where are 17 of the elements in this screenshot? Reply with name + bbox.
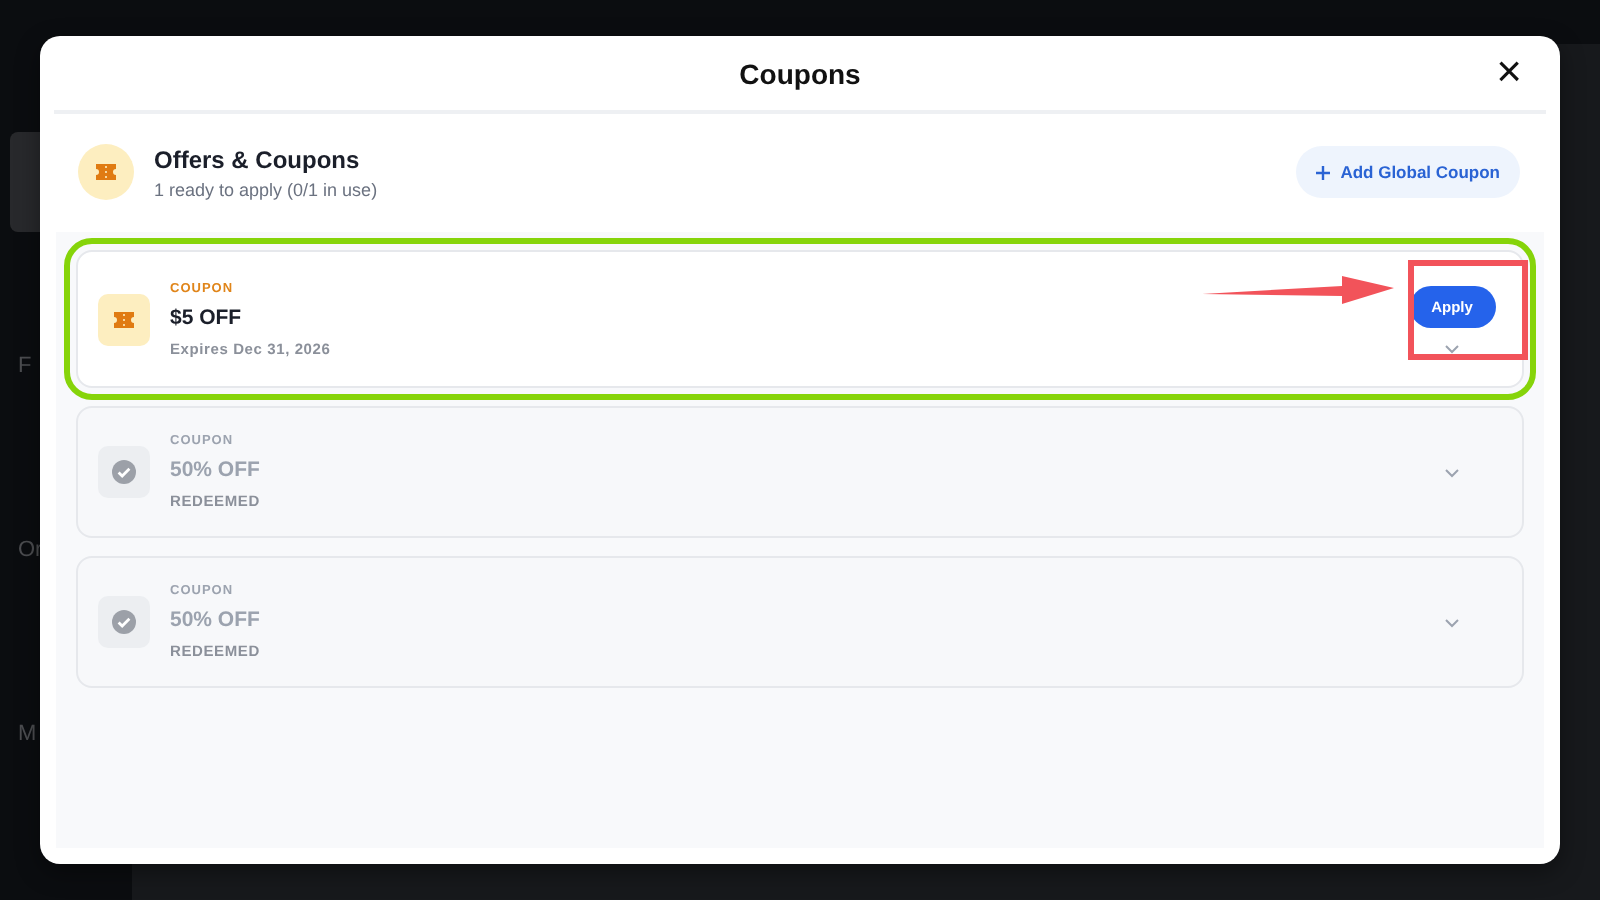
close-button[interactable]: × [1488, 52, 1530, 92]
annotation-frame [1408, 260, 1528, 360]
coupon-title: 50% OFF [170, 458, 262, 482]
dialog-title: Coupons [739, 57, 861, 89]
chevron-down-icon[interactable] [1444, 343, 1460, 353]
chevron-down-icon[interactable] [1444, 467, 1460, 477]
check-circle-icon [112, 460, 136, 484]
plus-icon [1316, 165, 1331, 179]
ticket-icon [112, 309, 136, 329]
chevron-down-icon[interactable] [1444, 617, 1460, 627]
check-circle-icon [112, 610, 136, 634]
coupon-title: 50% OFF [170, 608, 262, 632]
summary-title: Offers & Coupons [154, 145, 362, 173]
summary-subtitle: 1 ready to apply (0/1 in use) [154, 179, 380, 199]
ticket-icon [94, 162, 118, 182]
add-global-coupon-button[interactable]: Add Global Coupon [1296, 146, 1520, 198]
coupon-title: $5 OFF [170, 305, 244, 329]
